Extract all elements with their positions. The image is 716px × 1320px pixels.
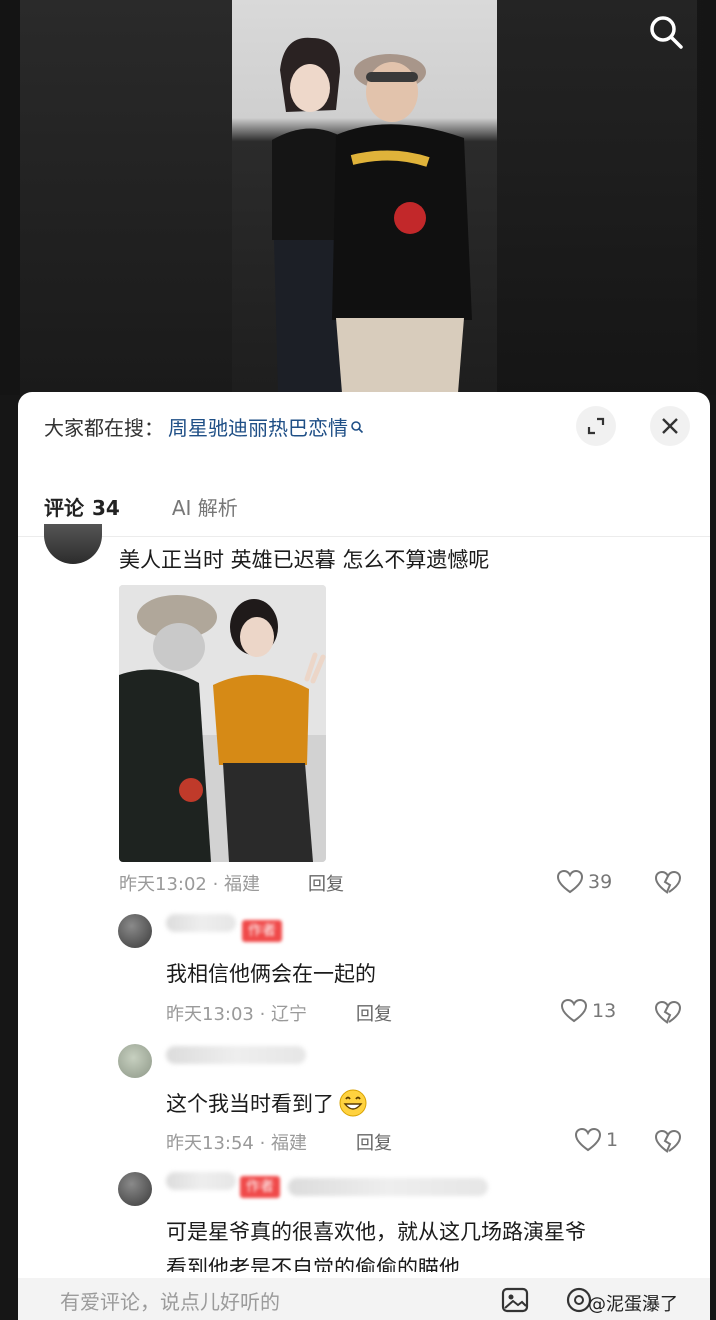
grin-emoji [339, 1089, 367, 1117]
heart-icon [574, 1127, 602, 1152]
screen: 大家都在搜： 周星驰迪丽热巴恋情 评论 34 AI 解析 美人正当时 英雄已迟暮… [0, 0, 716, 1320]
comment-location: 福建 [271, 1133, 308, 1154]
comment-text: 这个我当时看到了 [166, 1092, 334, 1116]
search-mini-icon [351, 420, 364, 433]
expand-icon [587, 417, 605, 435]
comment-location: 辽宁 [271, 1004, 308, 1025]
tabs-divider [18, 536, 710, 537]
video-blur-right [497, 0, 697, 395]
author-badge: 作者 [242, 920, 282, 942]
comment-meta: 昨天13:54 · 福建 [166, 1133, 308, 1154]
comment-text-line2: 看到他老是不自觉的偷偷的瞄他 [166, 1256, 460, 1272]
comment-tabs: 评论 34 AI 解析 [44, 492, 238, 521]
comment-body: 这个我当时看到了 [166, 1088, 368, 1118]
avatar[interactable] [118, 1172, 152, 1206]
avatar[interactable] [44, 524, 102, 564]
tab-comments[interactable]: 评论 34 [44, 492, 120, 521]
expand-button[interactable] [576, 406, 616, 446]
comment-meta: 昨天13:02 · 福建 [119, 874, 261, 895]
video-scene [272, 37, 472, 393]
comment-location: 福建 [224, 874, 261, 895]
heart-icon [556, 869, 584, 894]
broken-heart-icon[interactable] [654, 1000, 682, 1026]
quoted-user-blurred [288, 1178, 488, 1196]
trending-search[interactable]: 大家都在搜： 周星驰迪丽热巴恋情 [44, 412, 364, 441]
comment-time: 昨天13:54 [166, 1133, 254, 1154]
like-count: 1 [606, 1129, 619, 1151]
reply-button[interactable]: 回复 [356, 1000, 392, 1026]
comment-time: 昨天13:03 [166, 1004, 254, 1025]
video-blur-left [20, 0, 232, 395]
like-count: 13 [592, 1000, 617, 1022]
trending-query[interactable]: 周星驰迪丽热巴恋情 [168, 412, 348, 441]
comment-text: 我相信他俩会在一起的 [166, 962, 376, 986]
avatar[interactable] [118, 1044, 152, 1078]
close-button[interactable] [650, 406, 690, 446]
comment-image[interactable] [119, 585, 326, 862]
username-blurred [166, 914, 236, 932]
comment-text: 美人正当时 英雄已迟暮 怎么不算遗憾呢 [119, 548, 490, 572]
broken-heart-icon[interactable] [654, 870, 682, 896]
trending-prefix: 大家都在搜： [44, 416, 164, 440]
broken-heart-icon[interactable] [654, 1129, 682, 1155]
comment-meta: 昨天13:03 · 辽宁 [166, 1004, 308, 1025]
username-blurred [166, 1172, 236, 1190]
tab-ai-analysis[interactable]: AI 解析 [172, 492, 238, 521]
video-frame [232, 0, 497, 393]
username-blurred [166, 1046, 306, 1064]
reply-button[interactable]: 回复 [356, 1129, 392, 1155]
tab-comments-label: 评论 [44, 496, 84, 520]
like-button[interactable]: 13 [560, 998, 616, 1024]
like-button[interactable]: 1 [574, 1127, 618, 1153]
comment-photo-scene [119, 585, 326, 862]
image-icon[interactable] [500, 1286, 530, 1314]
comment-sheet: 大家都在搜： 周星驰迪丽热巴恋情 评论 34 AI 解析 美人正当时 英雄已迟暮… [18, 392, 710, 1320]
avatar[interactable] [118, 914, 152, 948]
comment-time: 昨天13:02 [119, 874, 207, 895]
comment-input[interactable]: 有爱评论，说点儿好听的 [60, 1286, 280, 1315]
video-player[interactable] [0, 0, 716, 395]
author-badge: 作者 [240, 1176, 280, 1198]
watermark: @泥蛋瀑了 [588, 1294, 678, 1315]
tab-comments-count: 34 [92, 496, 120, 520]
comment-text: 可是星爷真的很喜欢他，就从这几场路演星爷 [166, 1220, 586, 1244]
like-count: 39 [588, 871, 613, 893]
close-icon [662, 418, 678, 434]
heart-icon [560, 998, 588, 1023]
like-button[interactable]: 39 [556, 869, 612, 895]
reply-button[interactable]: 回复 [308, 870, 344, 896]
search-icon[interactable] [646, 12, 686, 52]
